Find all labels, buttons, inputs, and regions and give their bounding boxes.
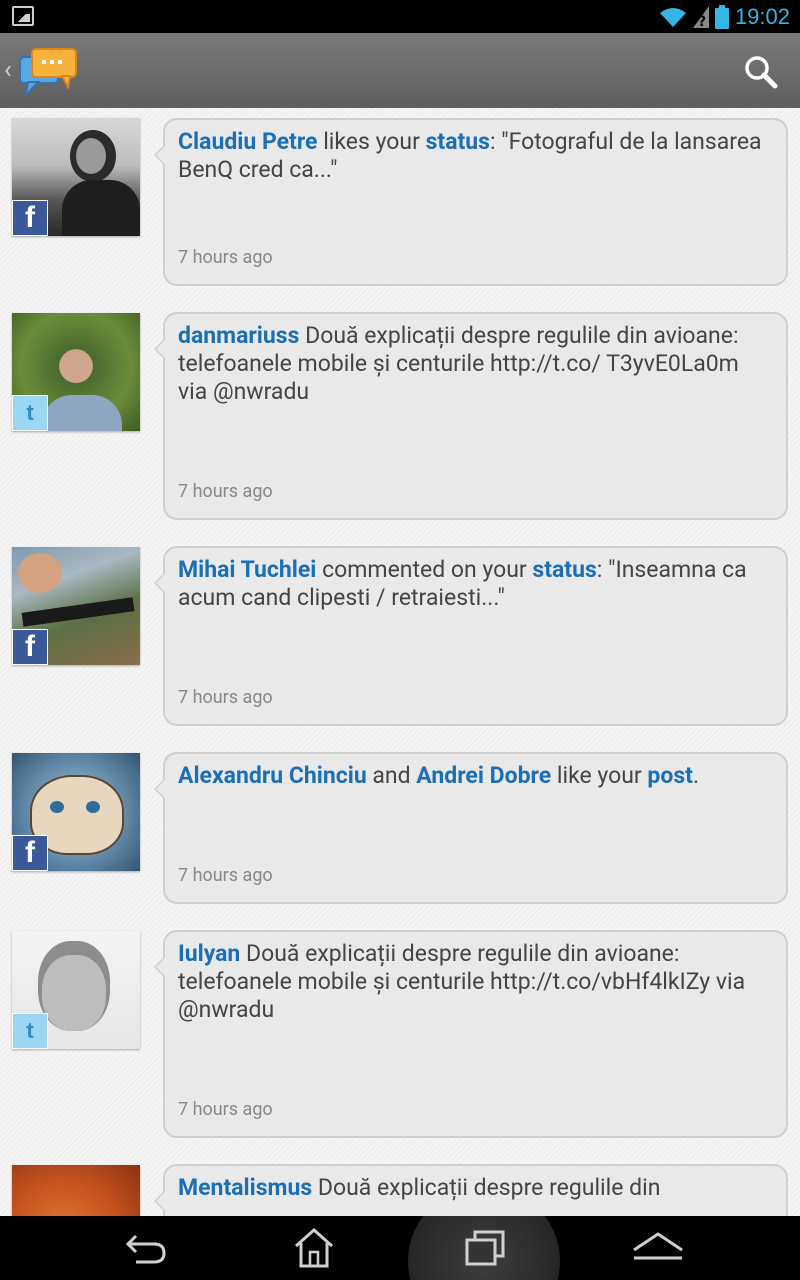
avatar[interactable]: f xyxy=(12,753,140,871)
facebook-icon: f xyxy=(12,200,48,236)
notification-bubble[interactable]: Mihai Tuchlei commented on your status: … xyxy=(154,546,788,726)
notification-text: Mihai Tuchlei commented on your status: … xyxy=(178,556,747,611)
action-bar: ‹ xyxy=(0,33,800,109)
post-link[interactable]: post xyxy=(647,762,693,789)
notification-bubble[interactable]: Claudiu Petre likes your status: "Fotogr… xyxy=(154,118,788,286)
notification-text: danmariuss Două explicații despre reguli… xyxy=(178,322,739,405)
user-link[interactable]: Iulyan xyxy=(178,940,240,967)
notification-bubble[interactable]: Alexandru Chinciu and Andrei Dobre like … xyxy=(154,752,788,904)
timestamp: 7 hours ago xyxy=(178,247,273,268)
back-icon[interactable] xyxy=(122,1226,170,1270)
avatar[interactable]: f xyxy=(12,547,140,665)
twitter-icon: t xyxy=(12,1013,48,1049)
notification-bubble[interactable]: Iulyan Două explicații despre regulile d… xyxy=(154,930,788,1138)
up-caret-icon[interactable]: ‹ xyxy=(4,55,12,85)
notification-text: Claudiu Petre likes your status: "Fotogr… xyxy=(178,128,762,183)
timestamp: 7 hours ago xyxy=(178,687,273,708)
notification-text: Alexandru Chinciu and Andrei Dobre like … xyxy=(178,762,700,789)
no-sim-icon: ? xyxy=(692,5,709,28)
menu-chevron-icon[interactable] xyxy=(630,1226,686,1270)
avatar[interactable] xyxy=(12,1165,140,1216)
navigation-bar xyxy=(0,1216,800,1280)
avatar[interactable]: t xyxy=(12,931,140,1049)
status-icons: ? 19:02 xyxy=(659,0,790,33)
notification-bubble[interactable]: Mentalismus Două explicații despre regul… xyxy=(154,1164,788,1216)
app-logo-chat-bubbles-icon[interactable] xyxy=(18,47,80,97)
notification-text: Mentalismus Două explicații despre regul… xyxy=(178,1174,661,1201)
timestamp: 7 hours ago xyxy=(178,1099,273,1120)
timestamp: 7 hours ago xyxy=(178,481,273,502)
notification-text: Iulyan Două explicații despre regulile d… xyxy=(178,940,746,1023)
user-link[interactable]: danmariuss xyxy=(178,322,299,349)
timestamp: 7 hours ago xyxy=(178,865,273,886)
recent-apps-icon[interactable] xyxy=(461,1226,509,1270)
notification-bubble[interactable]: danmariuss Două explicații despre reguli… xyxy=(154,312,788,520)
user-link[interactable]: Mihai Tuchlei xyxy=(178,556,316,583)
status-link[interactable]: status xyxy=(532,556,596,583)
facebook-icon: f xyxy=(12,835,48,871)
user-link[interactable]: Mentalismus xyxy=(178,1174,312,1201)
wifi-icon xyxy=(659,7,686,27)
status-bar: ? 19:02 xyxy=(0,0,800,33)
search-icon[interactable] xyxy=(744,55,778,89)
user-link[interactable]: Claudiu Petre xyxy=(178,128,317,155)
clock: 19:02 xyxy=(734,3,790,29)
avatar[interactable]: t xyxy=(12,313,140,431)
twitter-icon: t xyxy=(12,395,48,431)
user-link[interactable]: Alexandru Chinciu xyxy=(178,762,367,789)
notification-feed[interactable]: f Claudiu Petre likes your status: "Foto… xyxy=(0,108,800,1216)
battery-icon xyxy=(714,4,729,29)
svg-text:?: ? xyxy=(698,14,706,28)
status-link[interactable]: status xyxy=(426,128,490,155)
facebook-icon: f xyxy=(12,629,48,665)
image-notification-icon xyxy=(12,6,34,26)
user-link[interactable]: Andrei Dobre xyxy=(416,762,551,789)
home-icon[interactable] xyxy=(290,1226,338,1270)
avatar[interactable]: f xyxy=(12,118,140,236)
